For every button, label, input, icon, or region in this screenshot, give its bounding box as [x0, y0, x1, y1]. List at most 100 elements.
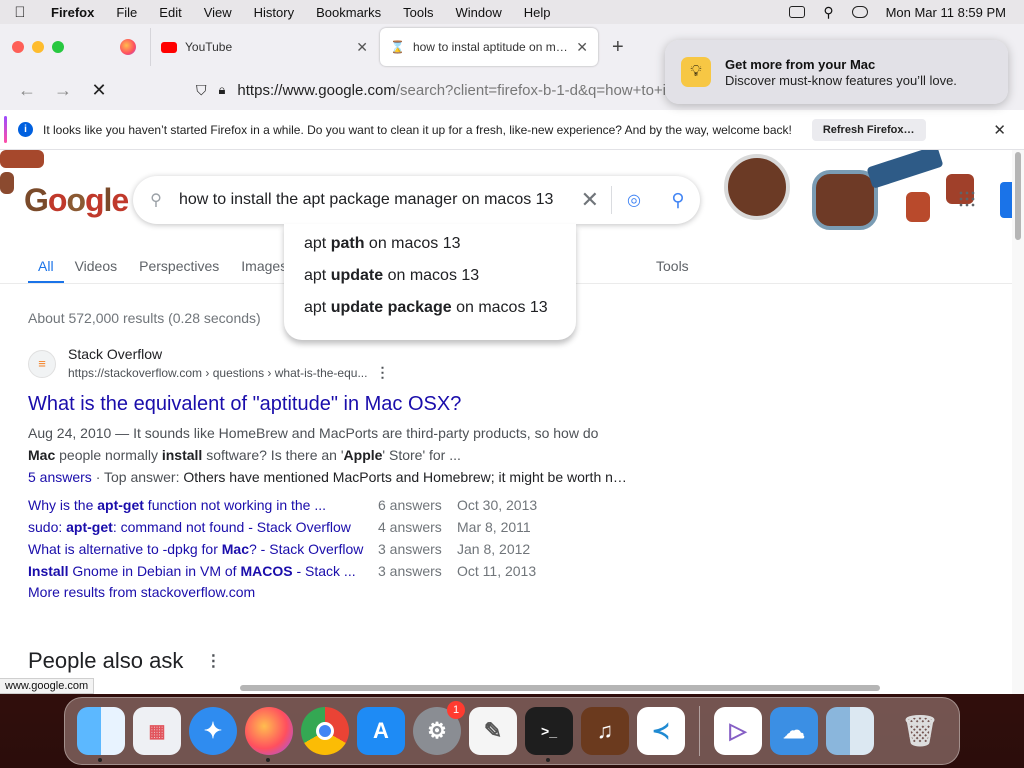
search-result: ≡ Stack Overflow https://stackoverflow.c…: [28, 346, 668, 600]
doodle-coffee-cup: [812, 170, 878, 230]
clear-search-icon[interactable]: ✕: [569, 186, 612, 214]
tab-all[interactable]: All: [28, 250, 64, 284]
refresh-firefox-notification-bar: i It looks like you haven’t started Fire…: [0, 110, 1024, 150]
sitelink-title[interactable]: sudo: apt-get: command not found - Stack…: [28, 516, 378, 538]
window-controls: [0, 41, 110, 53]
menu-window[interactable]: Window: [445, 5, 513, 20]
doodle-decoration: [0, 150, 44, 168]
answers-count-link[interactable]: 5 answers: [28, 469, 92, 485]
more-options-icon[interactable]: ⋮: [205, 651, 221, 671]
google-results-page: Google ⚲ ✕ ◎ ⚲ apt path on macos 13 apt …: [0, 150, 1012, 694]
safari-icon[interactable]: ✦: [189, 707, 237, 755]
forward-button[interactable]: →: [50, 80, 76, 101]
sitelink-row: What is alternative to -dpkg for Mac? - …: [28, 538, 668, 560]
info-icon: i: [18, 122, 33, 137]
apple-menu-icon[interactable]: : [0, 4, 40, 21]
notification-body: Discover must-know features you’ll love.: [725, 72, 957, 88]
tab-videos[interactable]: Videos: [64, 250, 129, 284]
search-input[interactable]: [179, 191, 569, 209]
scrollbar-thumb[interactable]: [1015, 152, 1021, 240]
weather-icon[interactable]: ☁: [770, 707, 818, 755]
horizontal-scrollbar[interactable]: [240, 685, 880, 691]
menu-app-firefox[interactable]: Firefox: [40, 5, 105, 20]
menu-bookmarks[interactable]: Bookmarks: [305, 5, 392, 20]
back-button[interactable]: ←: [14, 80, 40, 101]
sitelink-title[interactable]: Why is the apt-get function not working …: [28, 494, 378, 516]
stack-overflow-icon: ≡: [28, 349, 56, 378]
app-store-icon[interactable]: A: [357, 707, 405, 755]
notification-badge: 1: [447, 701, 465, 719]
vscode-icon[interactable]: ≺: [637, 707, 685, 755]
menu-tools[interactable]: Tools: [392, 5, 444, 20]
tab-firefox-pinned[interactable]: [110, 28, 150, 66]
search-button[interactable]: ⚲: [656, 190, 700, 211]
menu-view[interactable]: View: [193, 5, 243, 20]
tracking-protection-shield-icon[interactable]: ⛉: [196, 82, 207, 99]
sitelink-title[interactable]: Install Gnome in Debian in VM of MACOS -…: [28, 560, 378, 582]
textedit-icon[interactable]: ✎: [469, 707, 517, 755]
result-site-info[interactable]: ≡ Stack Overflow https://stackoverflow.c…: [28, 346, 668, 381]
menu-file[interactable]: File: [105, 5, 148, 20]
close-tab-icon[interactable]: ✕: [356, 39, 368, 56]
suggestion-item[interactable]: apt path on macos 13: [284, 228, 576, 260]
finder-alt-icon[interactable]: [826, 707, 874, 755]
close-tab-icon[interactable]: ✕: [576, 39, 588, 56]
screen-mirroring-icon[interactable]: [789, 6, 806, 18]
sitelink-row: Why is the apt-get function not working …: [28, 494, 668, 516]
result-title-link[interactable]: What is the equivalent of "aptitude" in …: [28, 393, 668, 416]
close-icon[interactable]: ✕: [993, 121, 1006, 139]
people-also-ask-heading: People also ask ⋮: [28, 648, 222, 673]
firefox-window: YouTube ✕ ⌛ how to instal aptitude on ma…: [0, 24, 1024, 694]
tools-button[interactable]: Tools: [656, 250, 689, 284]
suggestion-item[interactable]: apt update package on macos 13: [284, 292, 576, 324]
search-box[interactable]: ⚲ ✕ ◎ ⚲: [133, 176, 700, 224]
menu-edit[interactable]: Edit: [148, 5, 192, 20]
window-close-button[interactable]: [12, 41, 24, 53]
stop-loading-button[interactable]: ✕: [86, 80, 112, 101]
macos-notification[interactable]: 💡︎ Get more from your Mac Discover must-…: [665, 40, 1008, 104]
sitelink-title[interactable]: What is alternative to -dpkg for Mac? - …: [28, 538, 378, 560]
visual-studio-icon[interactable]: ▷: [714, 707, 762, 755]
vertical-scrollbar[interactable]: [1012, 150, 1024, 694]
control-center-icon[interactable]: [851, 6, 868, 18]
new-tab-button[interactable]: +: [598, 36, 638, 59]
menu-help[interactable]: Help: [513, 5, 562, 20]
firefox-icon: [120, 39, 136, 55]
hourglass-icon: ⌛: [390, 40, 405, 54]
google-apps-icon[interactable]: [958, 190, 976, 208]
launchpad-icon[interactable]: ▦: [133, 707, 181, 755]
finder-icon[interactable]: [77, 707, 125, 762]
tab-perspectives[interactable]: Perspectives: [128, 250, 230, 284]
garageband-icon[interactable]: ♫: [581, 707, 629, 755]
refresh-firefox-button[interactable]: Refresh Firefox…: [811, 118, 926, 141]
notification-title: Get more from your Mac: [725, 56, 876, 72]
result-breadcrumb-url: https://stackoverflow.com › questions › …: [68, 364, 390, 380]
mac-menu-bar:  Firefox File Edit View History Bookmar…: [0, 0, 1024, 24]
spotlight-search-icon[interactable]: ⚲: [823, 4, 833, 21]
suggestion-item[interactable]: apt update on macos 13: [284, 260, 576, 292]
tips-lightbulb-icon: 💡︎: [681, 57, 711, 87]
url-host: https://www.google.com: [237, 81, 396, 99]
menu-history[interactable]: History: [243, 5, 305, 20]
url-path: /search?client=firefox-b-1-d&q=how+to+i: [395, 81, 666, 99]
doodle-decoration: [906, 192, 930, 222]
system-settings-icon[interactable]: ⚙ 1: [413, 701, 465, 755]
google-doodle-logo[interactable]: Google: [24, 182, 129, 219]
chrome-icon[interactable]: [301, 707, 349, 755]
lock-icon[interactable]: 🔒︎: [219, 82, 226, 98]
menubar-datetime[interactable]: Mon Mar 11 8:59 PM: [886, 5, 1006, 20]
related-questions-list: Why is the apt-get function not working …: [28, 494, 668, 582]
sign-in-button[interactable]: [1000, 182, 1012, 218]
more-results-link[interactable]: More results from stackoverflow.com: [28, 584, 668, 600]
firefox-icon[interactable]: [245, 707, 293, 762]
window-minimize-button[interactable]: [32, 41, 44, 53]
tab-active-google-search[interactable]: ⌛ how to instal aptitude on macos ✕: [380, 28, 598, 66]
tab-youtube[interactable]: YouTube ✕: [150, 28, 378, 66]
window-maximize-button[interactable]: [52, 41, 64, 53]
more-options-icon[interactable]: ⋮: [375, 364, 389, 380]
status-bar-url: www.google.com: [0, 678, 95, 694]
trash-icon[interactable]: 🗑︎: [896, 707, 944, 755]
google-lens-icon[interactable]: ◎: [612, 190, 656, 210]
terminal-icon[interactable]: >_: [525, 707, 573, 762]
doodle-portafilter: [866, 150, 944, 189]
